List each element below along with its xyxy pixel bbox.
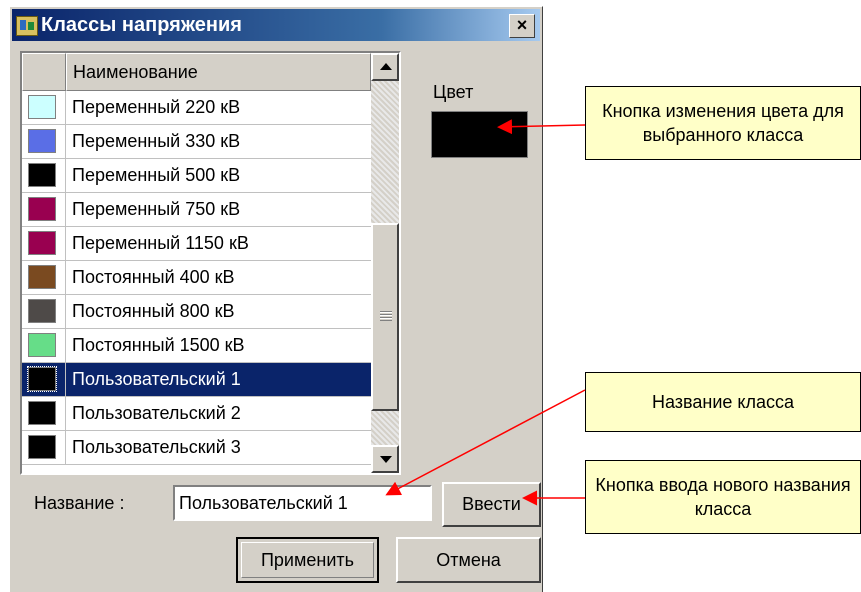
class-name-label: Переменный 330 кВ [72,131,241,151]
color-swatch [28,231,56,255]
list-rows: Переменный 220 кВ Переменный 330 кВ Переме… [22,91,371,465]
color-swatch [28,163,56,187]
scroll-thumb[interactable] [371,223,399,411]
color-swatch [28,265,56,289]
color-column-header[interactable] [22,53,66,91]
callout-enter-button: Кнопка ввода нового названия класса [585,460,861,534]
color-swatch [28,435,56,459]
color-swatch [28,95,56,119]
class-name-label: Переменный 1150 кВ [72,233,249,253]
dialog-title: Классы напряжения [41,14,242,36]
color-cell [22,125,66,158]
list-item[interactable]: Пользовательский 2 [22,397,371,431]
callout-name-text: Название класса [651,392,795,412]
close-button[interactable]: × [509,14,535,38]
voltage-class-list[interactable]: Наименование Переменный 220 кВ Переменный… [20,51,401,475]
grid-header: Наименование [22,53,371,91]
color-swatch [28,333,56,357]
color-swatch [28,401,56,425]
app-icon [16,16,38,36]
class-name-label: Пользовательский 2 [72,403,241,423]
class-name-label: Переменный 500 кВ [72,165,241,185]
color-cell [22,363,66,396]
class-name-input[interactable] [173,485,432,521]
class-name-label: Постоянный 800 кВ [72,301,235,321]
apply-button[interactable]: Применить [236,537,379,583]
class-name-label: Пользовательский 3 [72,437,241,457]
callout-color-text: Кнопка изменения цвета для выбранного кл… [602,101,844,145]
list-item[interactable]: Переменный 750 кВ [22,193,371,227]
color-swatch [28,197,56,221]
grip-icon [380,311,392,321]
scroll-up-button[interactable] [371,53,399,81]
color-cell [22,261,66,294]
color-cell [22,329,66,362]
cancel-button[interactable]: Отмена [396,537,541,583]
class-name-label: Постоянный 400 кВ [72,267,235,287]
list-item[interactable]: Пользовательский 3 [22,431,371,465]
list-item[interactable]: Пользовательский 1 [22,363,371,397]
class-name-label: Переменный 220 кВ [72,97,241,117]
scroll-down-button[interactable] [371,445,399,473]
callout-enter-text: Кнопка ввода нового названия класса [595,475,851,519]
color-cell [22,397,66,430]
title-bar: Классы напряжения × [12,9,540,41]
voltage-classes-dialog: Классы напряжения × Наименование Перемен… [9,6,543,592]
color-cell [22,193,66,226]
color-cell [22,91,66,124]
list-item[interactable]: Переменный 1150 кВ [22,227,371,261]
class-name-label: Переменный 750 кВ [72,199,241,219]
color-cell [22,159,66,192]
list-item[interactable]: Постоянный 800 кВ [22,295,371,329]
enter-button[interactable]: Ввести [442,482,541,527]
color-change-button[interactable] [431,111,528,158]
color-cell [22,227,66,260]
color-cell [22,431,66,464]
color-swatch [28,299,56,323]
list-item[interactable]: Постоянный 1500 кВ [22,329,371,363]
list-item[interactable]: Постоянный 400 кВ [22,261,371,295]
vertical-scrollbar[interactable] [371,53,399,473]
list-item[interactable]: Переменный 220 кВ [22,91,371,125]
color-label: Цвет [433,82,474,102]
class-name-label: Постоянный 1500 кВ [72,335,245,355]
color-cell [22,295,66,328]
name-column-header[interactable]: Наименование [66,53,371,91]
callout-color-button: Кнопка изменения цвета для выбранного кл… [585,86,861,160]
color-swatch [27,366,57,392]
class-name-label: Пользовательский 1 [66,363,371,396]
name-label: Название : [34,493,125,513]
callout-class-name: Название класса [585,372,861,432]
color-swatch [28,129,56,153]
list-item[interactable]: Переменный 500 кВ [22,159,371,193]
list-item[interactable]: Переменный 330 кВ [22,125,371,159]
